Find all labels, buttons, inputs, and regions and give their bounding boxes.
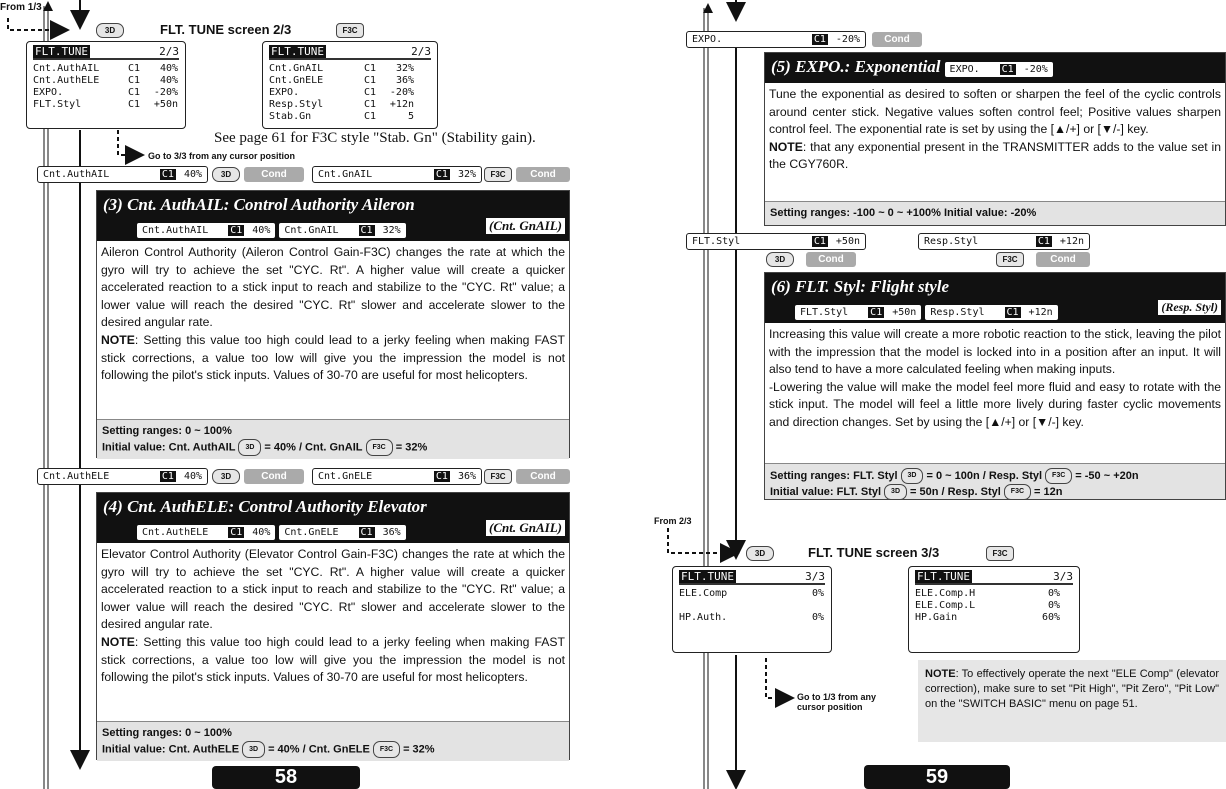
- lcd-strip-resp-styl[interactable]: Resp.Styl C1 +12n: [918, 233, 1090, 250]
- screen-title: FLT. TUNE screen 3/3: [808, 545, 940, 560]
- badge-f3c: F3C: [996, 252, 1024, 267]
- lcd-strip-expo[interactable]: EXPO. C1 -20%: [686, 31, 866, 48]
- lcd-screen-f3c: FLT.TUNE 2/3 Cnt.GnAIL C1 32% Cnt.GnELE C1 36…: [262, 41, 438, 129]
- page-number: 59: [864, 765, 1010, 789]
- cond-button[interactable]: Cond: [872, 32, 922, 47]
- badge-3d: 3D: [212, 167, 240, 182]
- badge-f3c: F3C: [986, 546, 1014, 561]
- lcd-strip-cnt-authele[interactable]: Cnt.AuthELE C1 40%: [37, 468, 208, 485]
- goto-label: Go to 3/3 from any cursor position: [148, 151, 296, 161]
- lcd-strip-cnt-gnail[interactable]: Cnt.GnAIL C1 32%: [312, 166, 482, 183]
- goto-label: Go to 1/3 from any cursor position: [797, 692, 877, 712]
- section-title: (5) EXPO.: Exponential: [771, 57, 941, 76]
- lcd-strip-cnt-gnele[interactable]: Cnt.GnELE C1 36%: [312, 468, 482, 485]
- badge-3d: 3D: [766, 252, 794, 267]
- from-label: From 1/3: [0, 2, 42, 13]
- badge-3d: 3D: [212, 469, 240, 484]
- lcd-screen-3d: FLT.TUNE 3/3 ELE.Comp 0% HP.Auth. 0%: [672, 566, 832, 653]
- badge-f3c: F3C: [336, 23, 364, 38]
- section-expo: (5) EXPO.: Exponential EXPO. C1 -20% Tune t…: [764, 52, 1226, 226]
- section-title: (6) FLT. Styl: Flight style: [771, 277, 950, 296]
- badge-f3c: F3C: [484, 469, 512, 484]
- badge-3d: 3D: [746, 546, 774, 561]
- cond-button[interactable]: Cond: [244, 167, 304, 182]
- section-title: (3) Cnt. AuthAIL: Control Authority Aile…: [103, 195, 415, 214]
- badge-3d: 3D: [96, 23, 124, 38]
- section-flt-styl: (6) FLT. Styl: Flight style FLT.Styl C1 +5…: [764, 272, 1226, 500]
- cond-button[interactable]: Cond: [516, 167, 570, 182]
- see-page-note: See page 61 for F3C style "Stab. Gn" (St…: [214, 130, 536, 146]
- screen-title: FLT. TUNE screen 2/3: [160, 22, 292, 37]
- cond-button[interactable]: Cond: [244, 469, 304, 484]
- cond-button[interactable]: Cond: [516, 469, 570, 484]
- note-box: NOTE: To effectively operate the next "E…: [918, 660, 1226, 742]
- lcd-screen-f3c: FLT.TUNE 3/3 ELE.Comp.H 0% ELE.Comp.L 0% HP…: [908, 566, 1080, 653]
- lcd-strip-flt-styl[interactable]: FLT.Styl C1 +50n: [686, 233, 866, 250]
- badge-f3c: F3C: [484, 167, 512, 182]
- section-cnt-authail: (3) Cnt. AuthAIL: Control Authority Aile…: [96, 190, 570, 459]
- from-label: From 2/3: [654, 516, 692, 526]
- section-cnt-authele: (4) Cnt. AuthELE: Control Authority Elev…: [96, 492, 570, 761]
- cond-button[interactable]: Cond: [806, 252, 856, 267]
- page-number: 58: [212, 766, 360, 789]
- cond-button[interactable]: Cond: [1036, 252, 1090, 267]
- lcd-screen-3d: FLT.TUNE 2/3 Cnt.AuthAIL C1 40% Cnt.AuthELE…: [26, 41, 186, 129]
- section-title: (4) Cnt. AuthELE: Control Authority Elev…: [103, 497, 427, 516]
- lcd-strip-cnt-authail[interactable]: Cnt.AuthAIL C1 40%: [37, 166, 208, 183]
